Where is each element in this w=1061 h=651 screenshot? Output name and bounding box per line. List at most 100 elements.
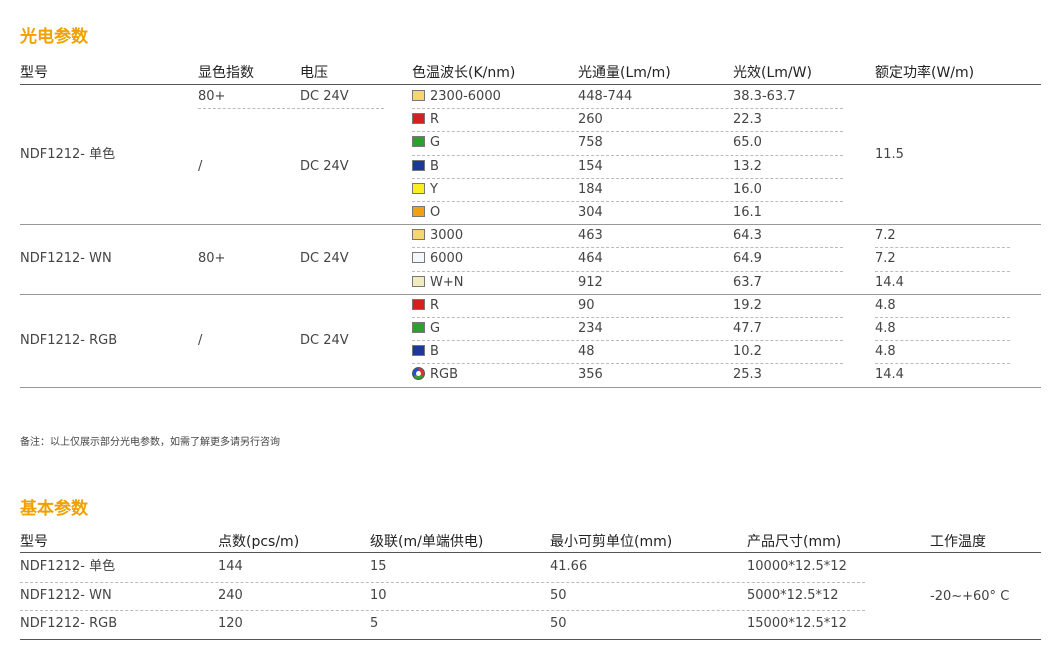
row-divider <box>20 610 865 611</box>
efficacy-value: 13.2 <box>733 158 762 174</box>
efficacy-value: 22.3 <box>733 112 762 128</box>
cri-value: 80+ <box>198 89 226 104</box>
column-header: 最小可剪单位(mm) <box>550 534 673 550</box>
efficacy-value: 38.3-63.7 <box>733 89 796 104</box>
efficacy-value: 63.7 <box>733 274 762 290</box>
basic-cell: 10000*12.5*12 <box>747 559 847 574</box>
basic-cell: 5 <box>370 616 379 631</box>
table-header: 型号 显色指数 电压 色温波长(K/nm) 光通量(Lm/m) 光效(Lm/W) 额定功率(… <box>20 56 1041 85</box>
row-divider <box>412 340 843 342</box>
row-divider <box>412 201 843 202</box>
group-divider <box>20 386 1041 388</box>
color-label: O <box>430 205 441 220</box>
column-header: 点数(pcs/m) <box>218 534 300 550</box>
row-divider <box>412 154 843 156</box>
color-swatch <box>412 275 425 287</box>
color-label: B <box>430 344 439 360</box>
color-swatch <box>412 136 425 148</box>
color-label: 3000 <box>430 228 464 244</box>
color-temp-cell: B <box>412 340 439 363</box>
flux-value: 463 <box>578 228 603 244</box>
basic-cell: 10 <box>370 587 387 603</box>
column-header: 色温波长(K/nm) <box>412 65 516 81</box>
flux-value: 912 <box>578 274 603 290</box>
column-header: 额定功率(W/m) <box>875 65 975 81</box>
cri-value: / <box>198 332 203 348</box>
color-label: W+N <box>430 274 464 290</box>
basic-cell: NDF1212- WN <box>20 587 112 603</box>
flux-value: 260 <box>578 112 603 128</box>
color-label: G <box>430 321 441 336</box>
power-value: 14.4 <box>875 367 904 383</box>
cri-value: 80+ <box>198 251 226 267</box>
basic-cell: NDF1212- 单色 <box>20 559 116 574</box>
color-swatch <box>412 113 425 125</box>
efficacy-value: 65.0 <box>733 135 762 151</box>
photo-section-title: 光电参数 <box>20 27 88 47</box>
table-bottom-line <box>20 638 1041 640</box>
color-swatch <box>412 206 425 217</box>
photo-table: 型号 显色指数 电压 色温波长(K/nm) 光通量(Lm/m) 光效(Lm/W) 额定功率(… <box>20 56 1041 426</box>
row-divider <box>412 131 843 133</box>
voltage-value: DC 24V <box>300 251 349 267</box>
cri-value: / <box>198 158 203 174</box>
column-header: 型号 <box>20 65 48 81</box>
color-swatch <box>412 298 425 310</box>
model-name: NDF1212- RGB <box>20 332 118 348</box>
color-temp-cell: G <box>412 131 440 154</box>
color-temp-cell: R <box>412 108 439 131</box>
basic-cell: 41.66 <box>550 559 588 574</box>
color-temp-cell: 3000 <box>412 224 463 247</box>
color-temp-cell: R <box>412 294 439 317</box>
basic-cell: NDF1212- RGB <box>20 616 118 631</box>
basic-cell: 120 <box>218 616 243 631</box>
color-swatch <box>412 90 425 101</box>
row-divider <box>412 177 843 179</box>
row-divider <box>412 270 843 272</box>
color-swatch <box>412 182 425 194</box>
efficacy-value: 25.3 <box>733 367 762 383</box>
flux-value: 154 <box>578 158 603 174</box>
basic-cell: 50 <box>550 587 567 603</box>
column-header: 光通量(Lm/m) <box>578 65 671 81</box>
efficacy-value: 64.9 <box>733 251 762 267</box>
photo-note: 备注：以上仅展示部分光电参数，如需了解更多请另行咨询 <box>20 437 280 448</box>
color-temp-cell: Y <box>412 178 438 201</box>
basic-table: 型号 点数(pcs/m) 级联(m/单端供电) 最小可剪单位(mm) 产品尺寸(mm) 工… <box>20 526 1041 641</box>
table-header: 型号 点数(pcs/m) 级联(m/单端供电) 最小可剪单位(mm) 产品尺寸(mm) 工… <box>20 526 1041 553</box>
flux-value: 234 <box>578 321 603 336</box>
row-divider <box>198 108 384 110</box>
power-value: 11.5 <box>875 147 904 162</box>
color-temp-cell: O <box>412 201 440 224</box>
column-header: 型号 <box>20 534 48 550</box>
flux-value: 304 <box>578 205 603 220</box>
power-value: 7.2 <box>875 251 896 267</box>
basic-cell: 15 <box>370 559 387 574</box>
operating-temp: -20~+60° C <box>930 588 1010 604</box>
color-swatch <box>412 159 425 171</box>
efficacy-value: 16.1 <box>733 205 762 220</box>
flux-value: 48 <box>578 344 595 360</box>
color-temp-cell: B <box>412 155 439 178</box>
basic-cell: 5000*12.5*12 <box>747 587 839 603</box>
flux-value: 464 <box>578 251 603 267</box>
model-name: NDF1212- WN <box>20 251 112 267</box>
color-temp-cell: W+N <box>412 271 463 294</box>
color-label: 2300-6000 <box>430 89 501 104</box>
power-value: 7.2 <box>875 228 896 244</box>
color-swatch <box>412 322 425 333</box>
color-label: B <box>430 158 439 174</box>
efficacy-value: 47.7 <box>733 321 762 336</box>
efficacy-value: 19.2 <box>733 297 762 313</box>
color-swatch <box>412 229 425 241</box>
color-swatch <box>412 252 425 264</box>
color-label: R <box>430 297 440 313</box>
column-header: 工作温度 <box>930 534 986 550</box>
column-header: 光效(Lm/W) <box>733 65 812 81</box>
column-header: 电压 <box>300 65 328 81</box>
column-header: 产品尺寸(mm) <box>747 534 842 550</box>
color-temp-cell: 2300-6000 <box>412 85 501 108</box>
row-divider <box>412 108 843 110</box>
basic-cell: 50 <box>550 616 567 631</box>
color-label: 6000 <box>430 251 464 267</box>
